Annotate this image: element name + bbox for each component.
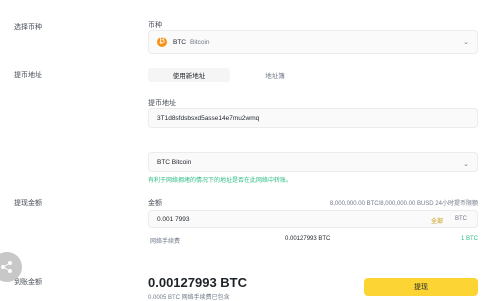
coin-select[interactable]: BTC Bitcoin ⌄ bbox=[148, 30, 478, 54]
amount-input[interactable]: 0.001 7993 全部 BTC bbox=[148, 210, 478, 228]
withdraw-address-label: 提币地址 bbox=[14, 72, 42, 79]
fee-label: 网络手续费 bbox=[150, 239, 181, 245]
withdraw-limit-text: 8,000,000.00 BTC/8,000,000.00 BUSD 24小时提… bbox=[329, 201, 478, 207]
network-value: BTC Bitcoin bbox=[157, 158, 192, 166]
fee-row: 网络手续费 0.00127993 BTC 1 BTC bbox=[150, 236, 478, 245]
share-glyph bbox=[1, 261, 12, 273]
address-input[interactable]: 3T1d8sfdsbsxd5asse14e7mu2wmq bbox=[148, 108, 478, 128]
coin-symbol: BTC bbox=[173, 38, 186, 46]
amount-value: 0.001 7993 bbox=[157, 215, 190, 223]
fee-right: 1 BTC bbox=[460, 236, 478, 242]
max-button[interactable]: 全部 bbox=[431, 216, 443, 225]
btc-icon bbox=[157, 36, 167, 47]
fee-value: 0.00127993 BTC bbox=[285, 236, 331, 242]
withdraw-amount-label: 提现金额 bbox=[14, 200, 42, 207]
chevron-down-icon: ⌄ bbox=[463, 161, 469, 168]
coin-section-title: 币种 bbox=[148, 22, 162, 29]
network-select[interactable]: BTC Bitcoin ⌄ bbox=[148, 152, 478, 172]
address-value: 3T1d8sfdsbsxd5asse14e7mu2wmq bbox=[157, 114, 260, 122]
coin-name: Bitcoin bbox=[190, 38, 210, 46]
receive-amount-label: 到账金额 bbox=[14, 279, 42, 286]
address-tabs: 使用新地址 地址簿 bbox=[148, 68, 320, 82]
withdraw-button[interactable]: 提现 bbox=[364, 278, 478, 296]
select-coin-label: 选择币种 bbox=[14, 24, 42, 31]
chevron-down-icon: ⌄ bbox=[463, 39, 469, 46]
network-note: 有利于网络拥堵的情况下的地址是否在此网络中转账。 bbox=[148, 178, 293, 184]
amount-label: 金额 bbox=[148, 200, 162, 207]
amount-unit: BTC bbox=[455, 216, 467, 222]
receive-amount-value: 0.00127993 BTC bbox=[148, 275, 248, 290]
tab-address-book[interactable]: 地址簿 bbox=[234, 68, 316, 82]
tab-new-address[interactable]: 使用新地址 bbox=[148, 68, 230, 82]
address-field-label: 提币地址 bbox=[148, 100, 176, 107]
